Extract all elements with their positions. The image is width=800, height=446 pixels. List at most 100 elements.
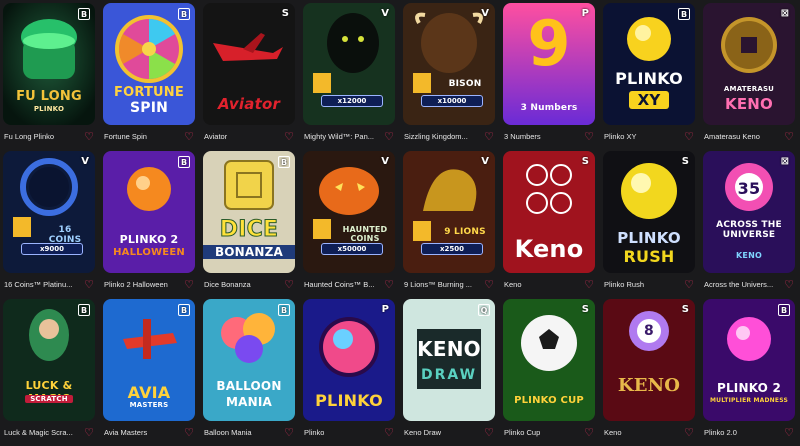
game-card[interactable]: B PLINKO 2 HALLOWEEN Plinko 2 Halloween … [103,151,195,295]
heart-icon[interactable]: ♡ [784,131,794,142]
game-name[interactable]: Haunted Coins™ B... [304,280,374,289]
heart-icon[interactable]: ♡ [84,131,94,142]
game-card[interactable]: B DICE BONANZA Dice Bonanza ♡ [203,151,295,295]
heart-icon[interactable]: ♡ [484,279,494,290]
game-thumbnail[interactable]: S Aviator [203,3,295,125]
game-name[interactable]: Fortune Spin [104,132,147,141]
heart-icon[interactable]: ♡ [684,427,694,438]
game-card[interactable]: B AVIA MASTERS Avia Masters ♡ [103,299,195,443]
heart-icon[interactable]: ♡ [184,427,194,438]
game-card[interactable]: S PLINKO CUP Plinko Cup ♡ [503,299,595,443]
game-name[interactable]: Fu Long Plinko [4,132,54,141]
game-card[interactable]: B LUCK & MAGIC SCRATCH Luck & Magic Scra… [3,299,95,443]
heart-icon[interactable]: ♡ [584,131,594,142]
game-thumbnail[interactable]: B PLINKO 2 HALLOWEEN [103,151,195,273]
art-title: AVIA [127,383,171,402]
game-name[interactable]: Keno Draw [404,428,441,437]
game-card[interactable]: ⊠ 35 ACROSS THE UNIVERSE KENO Across the… [703,151,795,295]
heart-icon[interactable]: ♡ [684,131,694,142]
game-card[interactable]: V HAUNTED COINS x50000 Haunted Coins™ B.… [303,151,395,295]
game-thumbnail[interactable]: B PLINKO 2 MULTIPLIER MADNESS [703,299,795,421]
heart-icon[interactable]: ♡ [84,427,94,438]
game-name[interactable]: Plinko Cup [504,428,540,437]
games-grid: B FU LONG PLINKO Fu Long Plinko ♡ B FORT… [3,3,795,443]
heart-icon[interactable]: ♡ [284,279,294,290]
game-card[interactable]: B PLINKO 2 MULTIPLIER MADNESS Plinko 2.0… [703,299,795,443]
game-name[interactable]: Across the Univers... [704,280,773,289]
game-name[interactable]: 9 Lions™ Burning ... [404,280,472,289]
game-thumbnail[interactable]: S 8 KENO [603,299,695,421]
game-thumbnail[interactable]: S PLINKO CUP [503,299,595,421]
heart-icon[interactable]: ♡ [184,131,194,142]
game-thumbnail[interactable]: B AVIA MASTERS [103,299,195,421]
game-name[interactable]: Luck & Magic Scra... [4,428,73,437]
game-card[interactable]: B PLINKO XY Plinko XY ♡ [603,3,695,147]
game-thumbnail[interactable]: Q KENO DRAW [403,299,495,421]
game-name[interactable]: Plinko 2.0 [704,428,737,437]
heart-icon[interactable]: ♡ [284,131,294,142]
game-thumbnail[interactable]: B DICE BONANZA [203,151,295,273]
game-card[interactable]: B BALLOON MANIA Balloon Mania ♡ [203,299,295,443]
game-name[interactable]: Keno [504,280,522,289]
game-thumbnail[interactable]: V BISON x10000 [403,3,495,125]
game-thumbnail[interactable]: V 9 LIONS x2500 [403,151,495,273]
game-name[interactable]: Plinko Rush [604,280,644,289]
game-card[interactable]: P PLINKO Plinko ♡ [303,299,395,443]
game-thumbnail[interactable]: P PLINKO [303,299,395,421]
heart-icon[interactable]: ♡ [284,427,294,438]
heart-icon[interactable]: ♡ [384,131,394,142]
game-card[interactable]: S PLINKO RUSH Plinko Rush ♡ [603,151,695,295]
game-thumbnail[interactable]: V x12000 [303,3,395,125]
game-name[interactable]: Plinko XY [604,132,637,141]
game-thumbnail[interactable]: B FORTUNE SPIN [103,3,195,125]
game-thumbnail[interactable]: P 9 3 Numbers [503,3,595,125]
game-thumbnail[interactable]: V HAUNTED COINS x50000 [303,151,395,273]
game-card[interactable]: Q KENO DRAW Keno Draw ♡ [403,299,495,443]
game-thumbnail[interactable]: V 16 COINS x9000 [3,151,95,273]
heart-icon[interactable]: ♡ [384,427,394,438]
game-card[interactable]: V BISON x10000 Sizzling Kingdom... ♡ [403,3,495,147]
game-card[interactable]: S 8 KENO Keno ♡ [603,299,695,443]
game-name[interactable]: Avia Masters [104,428,147,437]
heart-icon[interactable]: ♡ [84,279,94,290]
heart-icon[interactable]: ♡ [484,427,494,438]
game-card[interactable]: ⊠ AMATERASU KENO Amaterasu Keno ♡ [703,3,795,147]
game-thumbnail[interactable]: B FU LONG PLINKO [3,3,95,125]
heart-icon[interactable]: ♡ [784,279,794,290]
game-thumbnail[interactable]: ⊠ 35 ACROSS THE UNIVERSE KENO [703,151,795,273]
game-name[interactable]: Aviator [204,132,227,141]
heart-icon[interactable]: ♡ [384,279,394,290]
heart-icon[interactable]: ♡ [184,279,194,290]
game-name[interactable]: Amaterasu Keno [704,132,760,141]
art-title: KENO [417,337,481,361]
game-card[interactable]: P 9 3 Numbers 3 Numbers ♡ [503,3,595,147]
heart-icon[interactable]: ♡ [684,279,694,290]
game-name[interactable]: Balloon Mania [204,428,252,437]
game-thumbnail[interactable]: B BALLOON MANIA [203,299,295,421]
heart-icon[interactable]: ♡ [484,131,494,142]
game-card[interactable]: V x12000 Mighty Wild™: Pan... ♡ [303,3,395,147]
heart-icon[interactable]: ♡ [784,427,794,438]
game-card[interactable]: S Aviator Aviator ♡ [203,3,295,147]
game-card[interactable]: V 9 LIONS x2500 9 Lions™ Burning ... ♡ [403,151,495,295]
game-thumbnail[interactable]: B PLINKO XY [603,3,695,125]
game-name[interactable]: Dice Bonanza [204,280,251,289]
game-card[interactable]: B FU LONG PLINKO Fu Long Plinko ♡ [3,3,95,147]
game-card[interactable]: V 16 COINS x9000 16 Coins™ Platinu... ♡ [3,151,95,295]
game-card[interactable]: S Keno Keno ♡ [503,151,595,295]
game-thumbnail[interactable]: ⊠ AMATERASU KENO [703,3,795,125]
game-name[interactable]: Mighty Wild™: Pan... [304,132,374,141]
game-name[interactable]: Sizzling Kingdom... [404,132,468,141]
game-name[interactable]: 3 Numbers [504,132,541,141]
game-name[interactable]: Plinko 2 Halloween [104,280,168,289]
heart-icon[interactable]: ♡ [584,427,594,438]
game-name[interactable]: Keno [604,428,622,437]
game-thumbnail[interactable]: S Keno [503,151,595,273]
multiplier-badge: x50000 [321,243,383,255]
heart-icon[interactable]: ♡ [584,279,594,290]
game-thumbnail[interactable]: B LUCK & MAGIC SCRATCH [3,299,95,421]
game-thumbnail[interactable]: S PLINKO RUSH [603,151,695,273]
game-name[interactable]: 16 Coins™ Platinu... [4,280,72,289]
game-card[interactable]: B FORTUNE SPIN Fortune Spin ♡ [103,3,195,147]
game-name[interactable]: Plinko [304,428,324,437]
